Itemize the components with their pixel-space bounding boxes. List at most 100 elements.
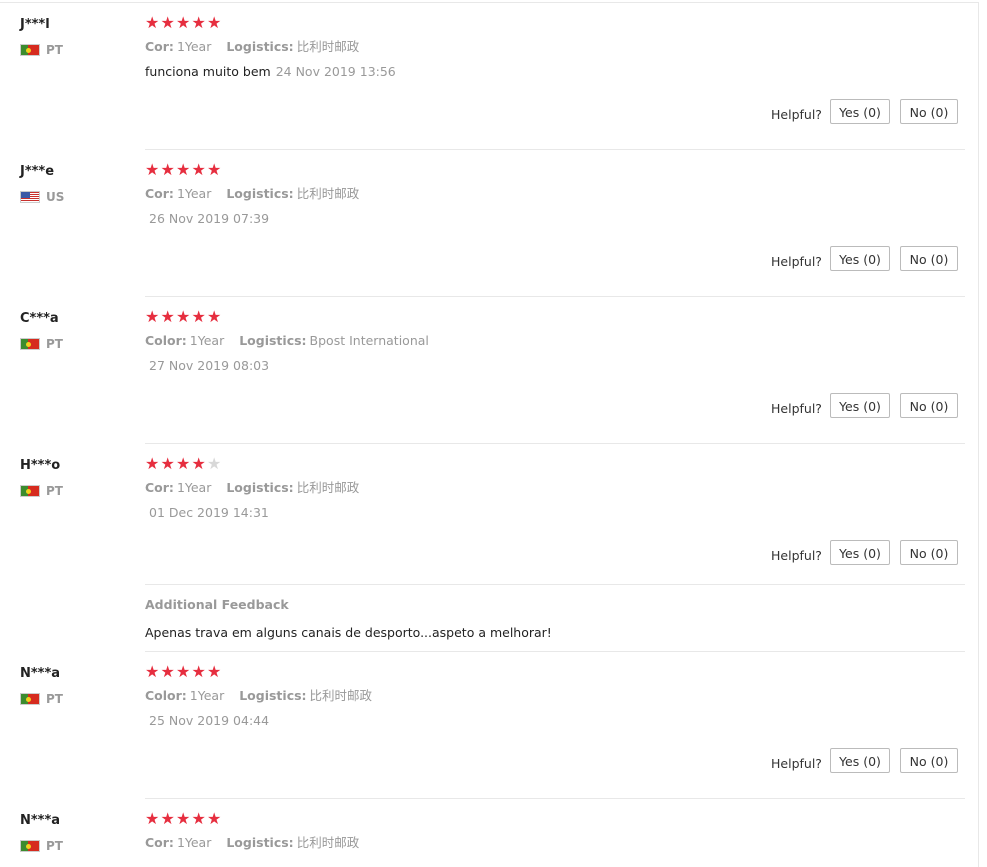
star-filled-icon: ★ — [176, 809, 191, 828]
logistics-label: Logistics: — [239, 688, 307, 703]
helpful-no-button[interactable]: No (0) — [900, 393, 958, 418]
star-filled-icon: ★ — [145, 307, 160, 326]
us-flag-icon — [20, 191, 40, 203]
logistics-label: Logistics: — [226, 186, 294, 201]
helpful-label: Helpful? — [771, 756, 822, 771]
reviewer-country: PT — [20, 692, 63, 706]
helpful-yes-button[interactable]: Yes (0) — [830, 99, 890, 124]
reviewer-country: PT — [20, 337, 63, 351]
review-item: N***a PT ★★★★★ Cor: 1Year Logistics: 比利时邮政 — [0, 809, 978, 867]
review-item: H***o PT ★★★★★ Cor: 1Year Logistics: 比利时邮政… — [0, 456, 978, 648]
color-label: Cor: — [145, 39, 174, 54]
logistics-label: Logistics: — [226, 835, 294, 850]
review-date: 27 Nov 2019 08:03 — [149, 358, 270, 373]
logistics-value: 比利时邮政 — [296, 39, 360, 54]
logistics-label: Logistics: — [226, 480, 294, 495]
review-attributes: Color: 1Year Logistics: Bpost Internationa… — [145, 333, 965, 349]
star-filled-icon: ★ — [160, 13, 175, 32]
logistics-label: Logistics: — [226, 39, 294, 54]
helpful-yes-button[interactable]: Yes (0) — [830, 246, 890, 271]
color-value: 1Year — [176, 835, 212, 850]
review-attributes: Cor: 1Year Logistics: 比利时邮政 — [145, 835, 965, 851]
review-attributes: Cor: 1Year Logistics: 比利时邮政 — [145, 39, 965, 55]
review-divider — [145, 296, 965, 297]
logistics-label: Logistics: — [239, 333, 307, 348]
helpful-no-button[interactable]: No (0) — [900, 99, 958, 124]
review-body: 25 Nov 2019 04:44 — [145, 713, 965, 729]
review-divider — [145, 443, 965, 444]
review-item: N***a PT ★★★★★ Color: 1Year Logistics: 比利时… — [0, 664, 978, 799]
color-label: Cor: — [145, 835, 174, 850]
color-label: Cor: — [145, 186, 174, 201]
reviewer-name: H***o — [20, 458, 61, 473]
reviewer-name: J***l — [20, 17, 50, 32]
star-filled-icon: ★ — [176, 160, 191, 179]
review-body: 27 Nov 2019 08:03 — [145, 358, 965, 374]
helpful-label: Helpful? — [771, 548, 822, 563]
review-content: ★★★★★ Cor: 1Year Logistics: 比利时邮政 01 Dec 2… — [145, 456, 965, 521]
helpful-no-button[interactable]: No (0) — [900, 748, 958, 773]
star-rating: ★★★★★ — [145, 664, 965, 680]
star-rating: ★★★★★ — [145, 309, 965, 325]
review-item: J***e US ★★★★★ Cor: 1Year Logistics: 比利时邮政… — [0, 160, 978, 297]
star-filled-icon: ★ — [207, 809, 222, 828]
star-filled-icon: ★ — [176, 307, 191, 326]
helpful-no-button[interactable]: No (0) — [900, 246, 958, 271]
review-divider — [145, 651, 965, 652]
reviewer-info: H***o PT — [20, 458, 63, 498]
right-border — [978, 2, 979, 867]
review-body: 26 Nov 2019 07:39 — [145, 211, 965, 227]
helpful-label: Helpful? — [771, 254, 822, 269]
color-label: Cor: — [145, 480, 174, 495]
reviewer-name: J***e — [20, 164, 55, 179]
helpful-label: Helpful? — [771, 401, 822, 416]
country-code: PT — [46, 43, 63, 57]
review-content: ★★★★★ Cor: 1Year Logistics: 比利时邮政 26 Nov 2… — [145, 160, 965, 227]
color-label: Color: — [145, 333, 187, 348]
helpful-yes-button[interactable]: Yes (0) — [830, 540, 890, 565]
star-filled-icon: ★ — [176, 13, 191, 32]
star-filled-icon: ★ — [207, 307, 222, 326]
reviewer-info: J***e US — [20, 164, 64, 204]
reviewer-country: PT — [20, 484, 63, 498]
star-filled-icon: ★ — [176, 454, 191, 473]
star-filled-icon: ★ — [160, 454, 175, 473]
logistics-value: 比利时邮政 — [296, 835, 360, 850]
country-code: US — [46, 190, 65, 204]
country-code: PT — [46, 337, 63, 351]
reviewer-name: C***a — [20, 311, 59, 326]
helpful-yes-button[interactable]: Yes (0) — [830, 748, 890, 773]
additional-feedback-title: Additional Feedback — [145, 597, 289, 612]
review-date: 24 Nov 2019 13:56 — [275, 64, 396, 79]
country-code: PT — [46, 839, 63, 853]
star-filled-icon: ★ — [191, 809, 206, 828]
color-value: 1Year — [176, 480, 212, 495]
star-filled-icon: ★ — [145, 662, 160, 681]
review-divider — [145, 798, 965, 799]
helpful-yes-button[interactable]: Yes (0) — [830, 393, 890, 418]
review-content: ★★★★★ Cor: 1Year Logistics: 比利时邮政 funciona… — [145, 13, 965, 80]
reviewer-country: PT — [20, 839, 63, 853]
reviewer-info: N***a PT — [20, 813, 63, 853]
star-filled-icon: ★ — [191, 454, 206, 473]
color-value: 1Year — [176, 186, 212, 201]
helpful-no-button[interactable]: No (0) — [900, 540, 958, 565]
star-rating: ★★★★★ — [145, 456, 965, 472]
star-filled-icon: ★ — [160, 662, 175, 681]
reviewer-country: PT — [20, 43, 63, 57]
review-content: ★★★★★ Color: 1Year Logistics: 比利时邮政 25 Nov… — [145, 664, 965, 729]
star-filled-icon: ★ — [191, 160, 206, 179]
review-attributes: Cor: 1Year Logistics: 比利时邮政 — [145, 186, 965, 202]
color-value: 1Year — [189, 333, 225, 348]
star-filled-icon: ★ — [145, 809, 160, 828]
logistics-value: 比利时邮政 — [296, 480, 360, 495]
star-filled-icon: ★ — [191, 13, 206, 32]
logistics-value: Bpost International — [309, 333, 429, 348]
review-date: 25 Nov 2019 04:44 — [149, 713, 270, 728]
color-value: 1Year — [176, 39, 212, 54]
logistics-value: 比利时邮政 — [296, 186, 360, 201]
star-filled-icon: ★ — [207, 662, 222, 681]
review-divider — [145, 149, 965, 150]
review-item: C***a PT ★★★★★ Color: 1Year Logistics: Bpo… — [0, 309, 978, 444]
portugal-flag-icon — [20, 338, 40, 350]
